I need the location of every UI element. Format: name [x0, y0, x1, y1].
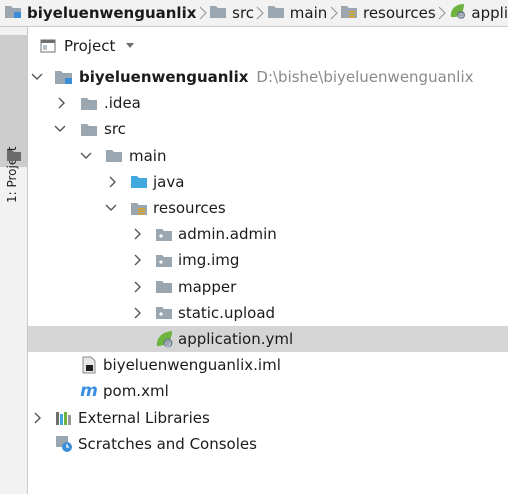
tree-item-mapper[interactable]: mapper	[28, 274, 508, 300]
package-folder-icon	[154, 251, 174, 269]
tree-item-label: biyeluenwenguanlix	[79, 68, 249, 87]
breadcrumb-resources-label: resources	[362, 4, 436, 22]
tree-item-label: resources	[153, 199, 226, 218]
chevron-right-icon[interactable]	[132, 254, 144, 266]
panel-header[interactable]: Project	[28, 33, 135, 59]
chevron-right-icon	[196, 0, 209, 26]
resources-folder-icon	[340, 3, 358, 23]
breadcrumb-main[interactable]: main	[267, 0, 327, 26]
tree-item-application-yml[interactable]: @ application.yml	[28, 325, 508, 353]
tree-item-java[interactable]: java	[28, 169, 508, 195]
project-panel: Project biyeluenwenguanlix D:\bishe\biyel…	[28, 27, 508, 494]
tree-item-label: External Libraries	[78, 408, 210, 427]
tree-item-label: .idea	[104, 94, 141, 113]
breadcrumb-resources[interactable]: resources	[340, 0, 436, 26]
navigation-breadcrumb-bar: biyeluenwenguanlix src main resources @ …	[0, 0, 508, 27]
maven-icon: m	[80, 381, 98, 402]
scratches-icon	[54, 435, 74, 453]
tree-item-external-libraries[interactable]: External Libraries	[28, 404, 508, 430]
breadcrumb-project-label: biyeluenwenguanlix	[27, 4, 197, 22]
folder-icon	[209, 3, 227, 23]
tree-item-label: static.upload	[178, 303, 276, 322]
chevron-right-icon	[436, 0, 449, 26]
module-file-icon	[79, 356, 99, 374]
tree-item-label: mapper	[178, 277, 237, 296]
breadcrumb-project[interactable]: biyeluenwenguanlix	[4, 0, 196, 26]
tree-item-scratches[interactable]: Scratches and Consoles	[28, 431, 508, 457]
tree-item-label: src	[104, 120, 126, 139]
tree-item-img-img[interactable]: img.img	[28, 247, 508, 273]
breadcrumb-src-label: src	[232, 4, 255, 22]
project-folder-icon	[54, 68, 74, 86]
tool-window-stripe: 1: Project	[0, 27, 28, 494]
project-path: D:\bishe\biyeluenwenguanlix	[256, 68, 474, 87]
folder-icon	[267, 3, 285, 23]
tree-item-iml-file[interactable]: biyeluenwenguanlix.iml	[28, 352, 508, 378]
folder-icon	[79, 94, 99, 112]
breadcrumb-application-label: appli	[471, 4, 508, 22]
tree-item-label: main	[129, 146, 167, 165]
tree-item-static-upload[interactable]: static.upload	[28, 300, 508, 326]
tree-item-label: img.img	[178, 251, 240, 270]
svg-text:@: @	[458, 13, 464, 20]
library-icon	[54, 409, 74, 427]
chevron-right-icon	[327, 0, 340, 26]
chevron-down-icon[interactable]	[105, 202, 117, 214]
tree-item-main[interactable]: main	[28, 143, 508, 169]
tree-item-admin-admin[interactable]: admin.admin	[28, 221, 508, 247]
project-tool-window-tab[interactable]: 1: Project	[0, 35, 27, 203]
package-folder-icon	[154, 225, 174, 243]
tree-item-resources[interactable]: resources	[28, 195, 508, 221]
tree-item-label: biyeluenwenguanlix.iml	[103, 356, 281, 375]
folder-icon	[104, 147, 124, 165]
tree-item-label: Scratches and Consoles	[78, 434, 257, 453]
chevron-right-icon[interactable]	[132, 228, 144, 240]
tree-item-label: pom.xml	[103, 382, 169, 401]
package-folder-icon	[154, 304, 174, 322]
tree-item-label: application.yml	[178, 329, 294, 348]
tree-item-root[interactable]: biyeluenwenguanlix D:\bishe\biyeluenwengu…	[28, 64, 508, 90]
chevron-down-icon[interactable]	[31, 71, 43, 83]
folder-icon	[154, 278, 174, 296]
breadcrumb-main-label: main	[289, 4, 328, 22]
panel-title: Project	[64, 37, 116, 55]
tree-item-src[interactable]: src	[28, 116, 508, 142]
tree-item-idea[interactable]: .idea	[28, 90, 508, 116]
tree-item-label: java	[153, 172, 185, 191]
folder-icon	[79, 120, 99, 138]
tree-item-pom-xml[interactable]: m pom.xml	[28, 378, 508, 404]
breadcrumb-application-yml[interactable]: @ appli	[448, 0, 508, 26]
tree-item-label: admin.admin	[178, 225, 277, 244]
chevron-down-icon[interactable]	[80, 150, 92, 162]
chevron-right-icon[interactable]	[56, 97, 68, 109]
chevron-down-icon[interactable]	[54, 123, 66, 135]
project-folder-icon	[6, 147, 22, 166]
chevron-right-icon[interactable]	[132, 307, 144, 319]
spring-leaf-icon: @	[448, 2, 466, 24]
chevron-right-icon	[254, 0, 267, 26]
chevron-down-icon[interactable]	[125, 42, 135, 50]
spring-leaf-icon: @	[154, 330, 174, 348]
chevron-right-icon[interactable]	[107, 176, 119, 188]
project-tree: biyeluenwenguanlix D:\bishe\biyeluenwengu…	[28, 64, 508, 457]
project-folder-icon	[4, 3, 22, 23]
resources-folder-icon	[129, 199, 149, 217]
svg-text:@: @	[165, 340, 172, 348]
project-view-icon	[40, 38, 56, 54]
chevron-right-icon[interactable]	[32, 412, 44, 424]
chevron-right-icon[interactable]	[132, 281, 144, 293]
source-folder-icon	[129, 173, 149, 191]
breadcrumb-src[interactable]: src	[209, 0, 254, 26]
